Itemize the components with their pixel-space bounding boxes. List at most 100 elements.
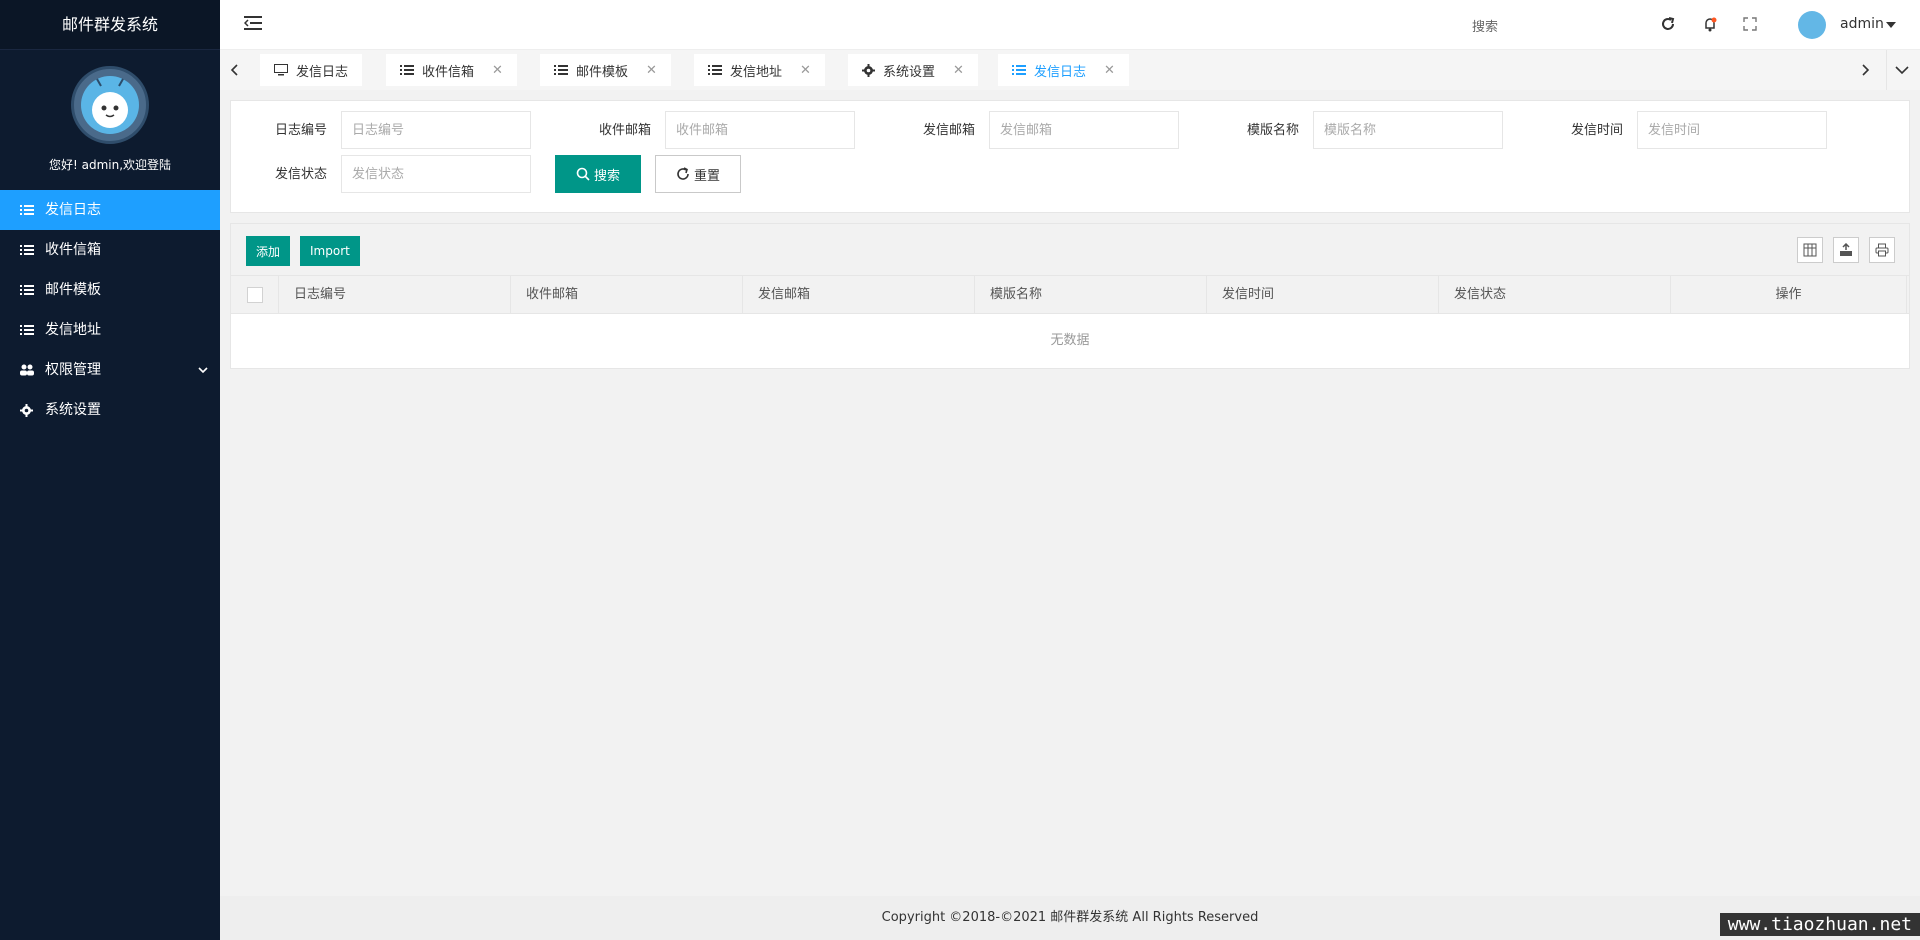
sidebar-item-label: 权限管理 — [45, 362, 101, 378]
list-icon — [554, 64, 568, 76]
close-icon[interactable]: ✕ — [953, 63, 964, 78]
list-icon — [400, 64, 414, 76]
tab-sender-address[interactable]: 发信地址 ✕ — [694, 54, 825, 86]
sidebar-item-label: 发信地址 — [45, 322, 101, 338]
chevron-down-icon — [198, 350, 208, 390]
field-label: 发信邮箱 — [922, 123, 975, 138]
close-icon[interactable]: ✕ — [646, 63, 657, 78]
send-status-input[interactable] — [341, 155, 531, 193]
notification-icon[interactable] — [1700, 14, 1720, 34]
close-icon[interactable]: ✕ — [800, 63, 811, 78]
user-panel: 您好! admin,欢迎登陆 — [0, 50, 220, 190]
print-icon[interactable] — [1869, 237, 1895, 263]
tab-label: 发信地址 — [730, 64, 783, 80]
app-title: 邮件群发系统 — [0, 0, 220, 50]
refresh-icon — [676, 167, 690, 181]
search-icon — [576, 167, 590, 181]
sidebar-item-permissions[interactable]: 权限管理 — [0, 350, 220, 390]
column-header[interactable]: 模版名称 — [975, 276, 1207, 314]
footer: Copyright ©2018-©2021 邮件群发系统 All Rights … — [220, 896, 1920, 940]
table-toolbar: 添加 Import — [231, 224, 1909, 276]
search-button-label: 搜索 — [593, 168, 620, 184]
avatar-image — [81, 76, 139, 134]
watermark: www.tiaozhuan.net — [1719, 913, 1920, 936]
search-button[interactable]: 搜索 — [555, 155, 641, 193]
add-button[interactable]: 添加 — [246, 236, 291, 266]
column-header[interactable]: 收件邮箱 — [511, 276, 743, 314]
sidebar-item-label: 系统设置 — [45, 402, 101, 418]
tab-scroll-left-icon[interactable] — [220, 50, 250, 90]
monitor-icon — [274, 64, 288, 76]
field-label: 模版名称 — [1246, 123, 1299, 138]
list-icon — [20, 284, 38, 296]
copyright-text: Copyright ©2018-©2021 邮件群发系统 All Rights … — [881, 910, 1259, 925]
caret-down-icon[interactable] — [1886, 22, 1896, 28]
sidebar: 邮件群发系统 您好! admin,欢迎登陆 发信日志 收件信箱 邮件模板 发信地… — [0, 0, 220, 940]
tab-send-log-home[interactable]: 发信日志 — [260, 54, 363, 86]
sidebar-item-send-log[interactable]: 发信日志 — [0, 190, 220, 230]
list-icon — [20, 204, 38, 216]
reset-button-label: 重置 — [693, 168, 720, 184]
tab-inbox[interactable]: 收件信箱 ✕ — [386, 54, 517, 86]
tab-label: 收件信箱 — [422, 64, 475, 80]
tab-bar: 发信日志 收件信箱 ✕ 邮件模板 ✕ 发信地址 ✕ 系统设置 ✕ 发信日志 ✕ — [220, 50, 1920, 90]
columns-icon[interactable] — [1797, 237, 1823, 263]
tab-label: 邮件模板 — [576, 64, 629, 80]
tab-label: 发信日志 — [1034, 64, 1087, 80]
users-icon — [20, 364, 38, 376]
column-header[interactable]: 日志编号 — [279, 276, 511, 314]
list-icon — [20, 324, 38, 336]
send-time-input[interactable] — [1637, 111, 1827, 149]
username[interactable]: admin — [1840, 16, 1884, 32]
search-form: 日志编号 收件邮箱 发信邮箱 模版名称 发信时间 发信状态 搜索 重置 — [230, 100, 1910, 213]
list-icon — [1012, 64, 1026, 76]
tab-scroll-right-icon[interactable] — [1850, 50, 1880, 90]
sidebar-item-templates[interactable]: 邮件模板 — [0, 270, 220, 310]
column-header[interactable]: 发信时间 — [1207, 276, 1439, 314]
sidebar-item-label: 邮件模板 — [45, 282, 101, 298]
welcome-text: 您好! admin,欢迎登陆 — [48, 158, 172, 172]
gear-icon — [20, 403, 38, 417]
column-header[interactable]: 发信邮箱 — [743, 276, 975, 314]
field-label: 发信状态 — [274, 167, 327, 182]
template-name-input[interactable] — [1313, 111, 1503, 149]
select-all-checkbox[interactable] — [246, 286, 263, 303]
header-search[interactable]: 搜索 — [1472, 16, 1498, 35]
menu-toggle-icon[interactable] — [243, 15, 264, 35]
field-label: 收件邮箱 — [598, 123, 651, 138]
sender-email-input[interactable] — [989, 111, 1179, 149]
log-id-input[interactable] — [341, 111, 531, 149]
avatar[interactable] — [71, 66, 149, 144]
refresh-icon[interactable] — [1658, 14, 1678, 34]
data-table: 添加 Import 日志编号 收件邮箱 发信邮箱 模版名称 发信时间 发信状态 … — [230, 223, 1910, 369]
recipient-email-input[interactable] — [665, 111, 855, 149]
tab-settings[interactable]: 系统设置 ✕ — [848, 54, 978, 86]
tab-label: 发信日志 — [296, 64, 349, 80]
export-icon[interactable] — [1833, 237, 1859, 263]
tab-label: 系统设置 — [883, 64, 936, 80]
import-button[interactable]: Import — [300, 236, 360, 266]
gear-icon — [862, 63, 875, 77]
tab-templates[interactable]: 邮件模板 ✕ — [540, 54, 671, 86]
close-icon[interactable]: ✕ — [1104, 63, 1115, 78]
list-icon — [20, 244, 38, 256]
table-header: 日志编号 收件邮箱 发信邮箱 模版名称 发信时间 发信状态 操作 — [231, 276, 1909, 314]
avatar[interactable] — [1798, 11, 1826, 39]
sidebar-item-sender-address[interactable]: 发信地址 — [0, 310, 220, 350]
close-icon[interactable]: ✕ — [492, 63, 503, 78]
sidebar-item-label: 收件信箱 — [45, 242, 101, 258]
reset-button[interactable]: 重置 — [655, 155, 741, 193]
column-header[interactable]: 发信状态 — [1439, 276, 1671, 314]
empty-state: 无数据 — [1050, 333, 1090, 348]
tab-send-log[interactable]: 发信日志 ✕ — [998, 54, 1129, 86]
fullscreen-icon[interactable] — [1740, 14, 1760, 34]
select-all-cell — [231, 276, 279, 313]
sidebar-item-label: 发信日志 — [45, 202, 101, 218]
column-header: 操作 — [1671, 276, 1907, 314]
sidebar-item-inbox[interactable]: 收件信箱 — [0, 230, 220, 270]
sidebar-item-settings[interactable]: 系统设置 — [0, 390, 220, 430]
list-icon — [708, 64, 722, 76]
top-header: 搜索 admin — [220, 0, 1920, 50]
tab-dropdown-icon[interactable] — [1886, 50, 1916, 90]
field-label: 日志编号 — [274, 123, 327, 138]
